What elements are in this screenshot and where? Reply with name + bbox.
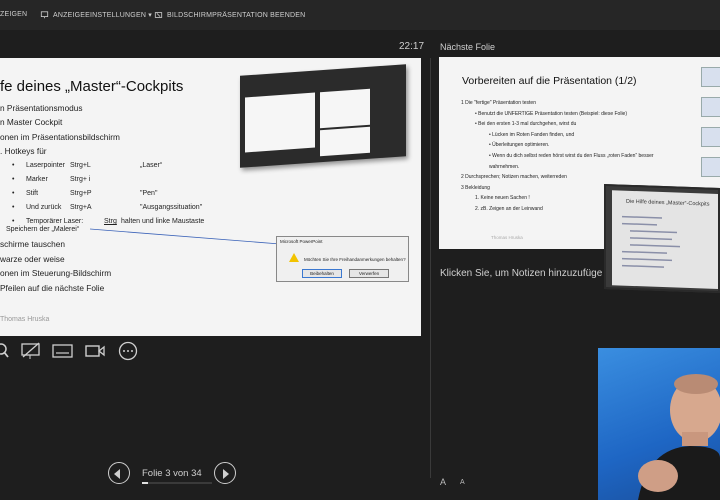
decrease-font-button[interactable]: A bbox=[460, 479, 465, 486]
black-screen-icon[interactable] bbox=[20, 341, 42, 361]
slide-bullets: n Präsentationsmodus n Master Cockpit on… bbox=[0, 101, 120, 159]
next-slide-list-item: 1 Die "fertige" Präsentation testen bbox=[461, 100, 536, 106]
camera-icon[interactable] bbox=[84, 341, 106, 361]
bullet: onen im Steuerung-Bildschirm bbox=[0, 268, 112, 279]
hotkey-key: Strg+P bbox=[70, 190, 92, 197]
overlay-slide-title: Die Hilfe deines „Master“-Cockpits bbox=[626, 198, 710, 208]
bullet: Pfeilen auf die nächste Folie bbox=[0, 282, 105, 293]
slide-progress-fill bbox=[142, 482, 149, 484]
screenshot-pane bbox=[245, 92, 315, 153]
more-options-icon[interactable] bbox=[117, 341, 139, 361]
pane-divider[interactable] bbox=[430, 58, 431, 478]
subtitles-icon[interactable] bbox=[52, 341, 74, 361]
hotkey-name: Und zurück bbox=[26, 204, 62, 211]
hotkey-key: Strg+L bbox=[70, 162, 91, 169]
presentation-timer: 22:17 bbox=[399, 41, 425, 52]
thumbnail bbox=[701, 97, 720, 117]
screenshot-pane bbox=[320, 126, 370, 157]
save-ink-dialog: Microsoft PowerPoint Möchten Sie Ihre Fr… bbox=[276, 236, 409, 282]
slide-footer: Thomas Hruska bbox=[0, 316, 50, 323]
next-slide-title: Vorbereiten auf die Präsentation (1/2) bbox=[462, 75, 637, 87]
hotkey-list: • Laserpointer Strg+L „Laser“ • Marker Strg+ … bbox=[12, 159, 204, 229]
hotkey-name: Stift bbox=[26, 190, 39, 197]
next-arrow-icon bbox=[223, 469, 229, 479]
next-slide-list-item: • Wenn du dich selbst reden hörst wirst … bbox=[489, 152, 654, 159]
current-slide[interactable]: fe deines „Master“-Cockpits n Präsentati… bbox=[0, 58, 421, 336]
hotkey-key: Strg+A bbox=[70, 204, 92, 211]
slide-navigator: Folie 3 von 34 bbox=[106, 462, 238, 486]
end-slideshow-button[interactable]: BILDSCHIRMPRÄSENTATION BEENDEN bbox=[154, 11, 305, 19]
hotkey-name: Marker bbox=[26, 176, 48, 183]
previous-slide-button[interactable] bbox=[108, 462, 130, 484]
next-slide-list-item: • Lücken im Roten Fanden finden, und bbox=[489, 131, 575, 138]
toolbar-show-button[interactable]: ZEIGEN bbox=[0, 11, 27, 18]
hotkey-row: • Stift Strg+P "Pen" bbox=[12, 187, 204, 201]
overlay-slide-lines bbox=[622, 215, 680, 268]
display-settings-label: ANZEIGEEINSTELLUNGEN ▾ bbox=[53, 12, 152, 19]
thumbnail bbox=[701, 67, 720, 87]
dialog-title: Microsoft PowerPoint bbox=[280, 239, 323, 244]
display-settings-button[interactable]: ANZEIGEEINSTELLUNGEN ▾ bbox=[40, 11, 152, 19]
hotkey-row: • Laserpointer Strg+L „Laser“ bbox=[12, 159, 204, 173]
display-settings-icon bbox=[40, 11, 49, 19]
bullet: . Hotkeys für bbox=[0, 146, 47, 157]
presenter-figure bbox=[638, 374, 720, 500]
hotkey-key: Strg+ i bbox=[70, 176, 91, 183]
dialog-message: Möchten Sie Ihre Freihandanmerkungen beh… bbox=[304, 257, 406, 262]
hotkey-desc: „Laser“ bbox=[140, 162, 163, 169]
slide-title: fe deines „Master“-Cockpits bbox=[0, 78, 184, 95]
toolbar-show-label: ZEIGEN bbox=[0, 11, 28, 18]
end-slideshow-icon bbox=[154, 12, 163, 18]
bullet: n Präsentationsmodus bbox=[0, 103, 83, 113]
presenter-tools bbox=[0, 341, 140, 363]
next-slide-list-item: • Benutzt die UNFERTIGE Präsentation tes… bbox=[475, 110, 628, 117]
screenshot-pane bbox=[320, 88, 370, 129]
next-slide-list-item: • Bei den ersten 1-3 mal durchgehen, wir… bbox=[475, 121, 577, 128]
hotkey-name: Laserpointer bbox=[26, 162, 65, 169]
previous-arrow-icon bbox=[114, 469, 120, 479]
hotkey-desc: "Ausgangssituation" bbox=[140, 204, 203, 211]
overlay-slide-content: Die Hilfe deines „Master“-Cockpits bbox=[612, 190, 720, 290]
top-toolbar: ZEIGEN ANZEIGEEINSTELLUNGEN ▾ BILDSCHIRM… bbox=[0, 0, 720, 30]
increase-font-button[interactable]: A bbox=[440, 477, 446, 487]
next-slide-list-item: • Überleitungen optimieren. bbox=[489, 142, 550, 149]
next-slide-button[interactable] bbox=[214, 462, 236, 484]
end-slideshow-label: BILDSCHIRMPRÄSENTATION BEENDEN bbox=[167, 11, 306, 19]
slide-counter[interactable]: Folie 3 von 34 bbox=[142, 468, 202, 479]
embedded-screenshot bbox=[240, 64, 406, 168]
next-slide-list-item: 2 Durchsprechen; Notizen machen, weiterr… bbox=[461, 174, 567, 181]
next-slide-footer: Thomas Hruska bbox=[491, 235, 523, 240]
next-slide-thumbnails bbox=[701, 67, 720, 187]
annotation-line bbox=[90, 228, 281, 245]
bullet: n Master Cockpit bbox=[0, 117, 63, 128]
warning-icon bbox=[289, 253, 299, 262]
slide-progress-bar bbox=[142, 482, 212, 484]
next-slide-list-item: wahrnehmen. bbox=[489, 163, 520, 170]
discard-button[interactable]: Verwerfen bbox=[349, 269, 389, 278]
zoom-icon[interactable] bbox=[0, 341, 18, 361]
bullet: onen im Präsentationsbildschirm bbox=[0, 131, 120, 142]
hotkey-row: • Und zurück Strg+A "Ausgangssituation" bbox=[12, 201, 204, 215]
speaker-notes-input[interactable]: Klicken Sie, um Notizen hinzuzufüge bbox=[440, 268, 602, 279]
keep-button[interactable]: Beibehalten bbox=[302, 269, 342, 278]
thumbnail bbox=[701, 157, 720, 177]
overlay-slide-photo: Die Hilfe deines „Master“-Cockpits bbox=[604, 183, 720, 294]
hotkey-desc: "Pen" bbox=[140, 190, 158, 197]
hotkey-row: • Marker Strg+ i bbox=[12, 173, 204, 187]
next-slide-label: Nächste Folie bbox=[440, 42, 496, 52]
webcam-feed bbox=[598, 348, 720, 500]
thumbnail bbox=[701, 127, 720, 147]
